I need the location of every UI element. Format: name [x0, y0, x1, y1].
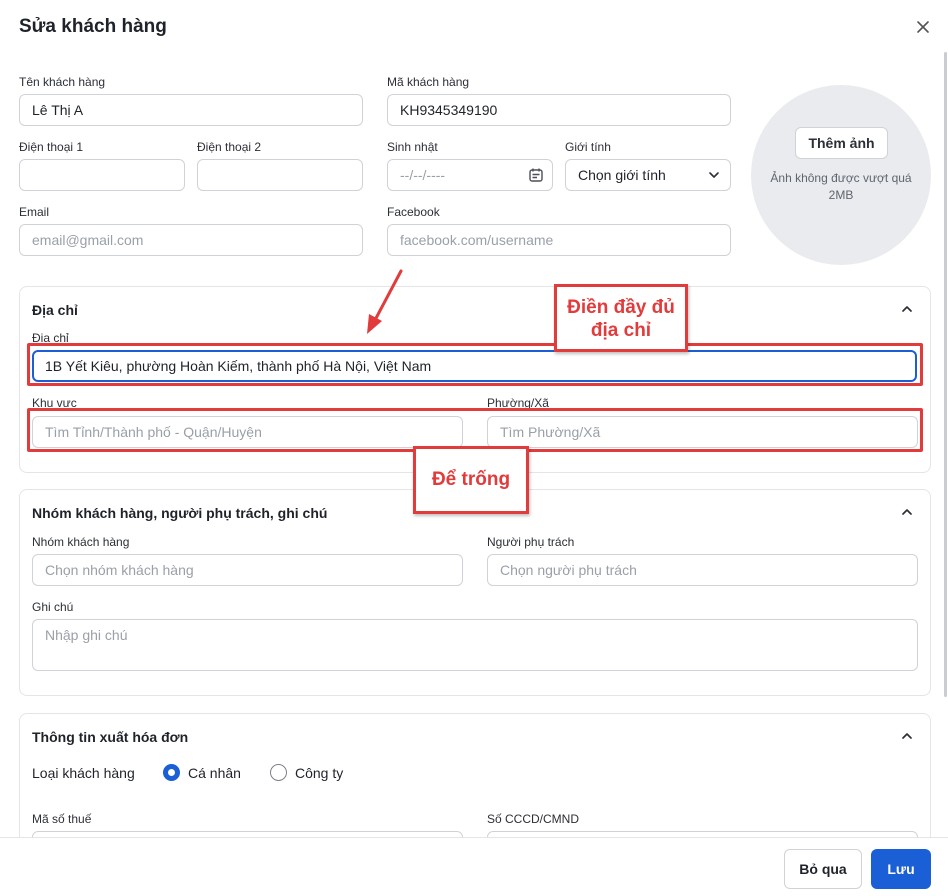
radio-company[interactable]	[270, 764, 287, 781]
customer-type-label: Loại khách hàng	[32, 765, 135, 781]
note-label: Ghi chú	[32, 600, 74, 614]
owner-label: Người phụ trách	[487, 535, 575, 549]
phone2-input[interactable]	[197, 159, 363, 191]
chevron-up-icon[interactable]	[900, 302, 914, 316]
save-button[interactable]: Lưu	[871, 849, 931, 889]
gender-value: Chọn giới tính	[578, 167, 666, 183]
radio-company-label[interactable]: Công ty	[295, 765, 343, 781]
owner-input[interactable]: Chọn người phụ trách	[487, 554, 918, 586]
dialog-title: Sửa khách hàng	[19, 16, 167, 37]
invoice-section-title: Thông tin xuất hóa đơn	[32, 729, 189, 745]
birthday-input[interactable]: --/--/----	[387, 159, 553, 191]
id-number-label: Số CCCD/CMND	[487, 812, 580, 826]
scrollbar[interactable]	[944, 52, 947, 697]
facebook-input[interactable]: facebook.com/username	[387, 224, 731, 256]
note-textarea[interactable]: Nhập ghi chú	[32, 619, 918, 671]
chevron-up-icon[interactable]	[900, 505, 914, 519]
add-photo-button[interactable]: Thêm ảnh	[795, 127, 888, 159]
phone1-input[interactable]	[19, 159, 185, 191]
radio-individual[interactable]	[163, 764, 180, 781]
birthday-placeholder: --/--/----	[400, 167, 446, 183]
cancel-button[interactable]: Bỏ qua	[784, 849, 862, 889]
calendar-icon[interactable]	[528, 167, 544, 183]
group-section-title: Nhóm khách hàng, người phụ trách, ghi ch…	[32, 505, 328, 521]
fill-address-callout: Điền đầy đủ địa chỉ	[554, 284, 688, 352]
edit-customer-dialog: Sửa khách hàng Tên khách hàng Lê Thị A M…	[0, 0, 948, 896]
email-input[interactable]: email@gmail.com	[19, 224, 363, 256]
group-input[interactable]: Chọn nhóm khách hàng	[32, 554, 463, 586]
radio-individual-label[interactable]: Cá nhân	[188, 765, 241, 781]
email-label: Email	[19, 205, 50, 219]
tax-code-label: Mã số thuế	[32, 812, 92, 826]
gender-label: Giới tính	[565, 140, 611, 154]
address-highlight	[27, 343, 923, 386]
chevron-down-icon	[709, 172, 719, 178]
gender-select[interactable]: Chọn giới tính	[565, 159, 731, 191]
facebook-label: Facebook	[387, 205, 440, 219]
address-section-title: Địa chỉ	[32, 302, 78, 318]
code-input[interactable]: KH9345349190	[387, 94, 731, 126]
chevron-up-icon[interactable]	[900, 729, 914, 743]
close-icon[interactable]	[913, 18, 933, 38]
group-label: Nhóm khách hàng	[32, 535, 130, 549]
phone1-label: Điện thoại 1	[19, 140, 84, 154]
phone2-label: Điện thoại 2	[197, 140, 262, 154]
leave-empty-callout: Để trống	[413, 446, 529, 514]
arrow-icon	[367, 269, 403, 334]
name-input[interactable]: Lê Thị A	[19, 94, 363, 126]
avatar-size-note: Ảnh không được vượt quá 2MB	[770, 171, 912, 202]
birthday-label: Sinh nhật	[387, 140, 438, 154]
code-label: Mã khách hàng	[387, 75, 470, 89]
name-label: Tên khách hàng	[19, 75, 106, 89]
